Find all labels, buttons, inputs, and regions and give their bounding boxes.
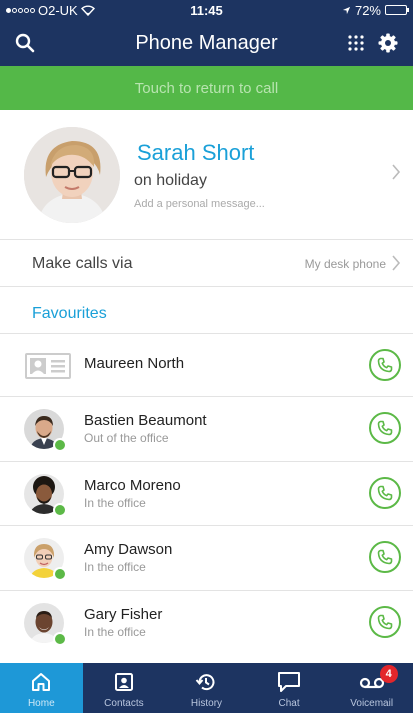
contacts-icon [114, 669, 134, 695]
status-right: 72% [342, 2, 409, 18]
chevron-right-icon [391, 255, 401, 276]
tab-label: Home [27, 698, 55, 709]
favourite-contact[interactable]: Bastien Beaumont Out of the office [0, 396, 413, 461]
dialpad-icon[interactable] [343, 30, 369, 56]
tab-label: Voicemail [350, 698, 394, 709]
call-button[interactable] [369, 349, 401, 381]
battery-icon [385, 5, 409, 15]
contact-avatar [24, 409, 67, 452]
tab-voicemail[interactable]: 4 Voicemail [330, 663, 413, 713]
tab-contacts[interactable]: Contacts [83, 663, 166, 713]
profile-avatar[interactable] [24, 127, 120, 223]
contact-name: Bastien Beaumont [84, 412, 207, 429]
location-arrow-icon [342, 6, 351, 14]
tab-label: History [190, 698, 223, 709]
battery-percent: 72% [354, 2, 381, 18]
contact-card-icon [25, 353, 71, 379]
voicemail-count-badge: 4 [379, 665, 398, 683]
make-calls-value: My desk phone [304, 257, 386, 271]
phone-icon [377, 485, 393, 500]
phone-icon [377, 549, 393, 565]
history-icon [195, 669, 217, 695]
make-calls-via-row[interactable]: Make calls via My desk phone [0, 240, 413, 287]
status-bar: O2-UK 11:45 72% [0, 0, 413, 20]
tab-history[interactable]: History [165, 663, 248, 713]
contact-avatar [24, 538, 67, 581]
tab-label: Contacts [104, 698, 144, 709]
gear-icon[interactable] [375, 30, 401, 56]
app-header: Phone Manager [0, 20, 413, 66]
profile-name: Sarah Short [137, 140, 255, 165]
favourite-contact[interactable]: Gary Fisher In the office [0, 589, 413, 655]
personal-message-field[interactable]: Add a personal message... [134, 198, 265, 210]
make-calls-label: Make calls via [32, 255, 133, 272]
profile-card[interactable]: Sarah Short on holiday Add a personal me… [0, 110, 413, 240]
favourite-contact[interactable]: Maureen North [0, 333, 413, 396]
favourite-contact[interactable]: Amy Dawson In the office [0, 525, 413, 590]
tab-home[interactable]: Home [0, 663, 83, 713]
tab-chat[interactable]: Chat [248, 663, 331, 713]
chevron-right-icon [391, 164, 401, 185]
contact-avatar [24, 602, 67, 646]
contact-status: In the office [84, 560, 146, 574]
contact-name: Maureen North [84, 355, 185, 372]
contact-status: In the office [84, 495, 146, 510]
home-icon [30, 669, 52, 695]
return-to-call-label: Touch to return to call [134, 79, 279, 97]
chat-icon [277, 669, 301, 695]
favourites-heading: Favourites [32, 305, 107, 322]
presence-indicator [53, 502, 67, 517]
presence-indicator [53, 567, 67, 581]
call-button[interactable] [369, 605, 401, 638]
profile-status[interactable]: on holiday [134, 172, 207, 190]
favourite-contact[interactable]: Marco Moreno In the office [0, 460, 413, 526]
return-to-call-banner[interactable]: Touch to return to call [0, 66, 413, 110]
phone-icon [377, 614, 393, 629]
presence-indicator [53, 631, 67, 646]
phone-icon [377, 420, 393, 436]
favourites-list: Maureen North Bastien Beaumont Out of th… [0, 333, 413, 654]
tab-label: Chat [278, 698, 300, 709]
phone-icon [377, 357, 393, 373]
contact-name: Amy Dawson [84, 541, 173, 558]
presence-indicator [53, 438, 67, 452]
call-button[interactable] [369, 412, 401, 444]
call-button[interactable] [369, 476, 401, 509]
contact-status: Out of the office [84, 431, 169, 445]
contact-avatar [24, 473, 67, 517]
call-button[interactable] [369, 541, 401, 573]
contact-name: Marco Moreno [84, 476, 181, 494]
contact-name: Gary Fisher [84, 605, 163, 623]
bottom-tab-bar: Home Contacts History Chat 4 Voicemail [0, 663, 413, 713]
contact-status: In the office [84, 624, 146, 639]
